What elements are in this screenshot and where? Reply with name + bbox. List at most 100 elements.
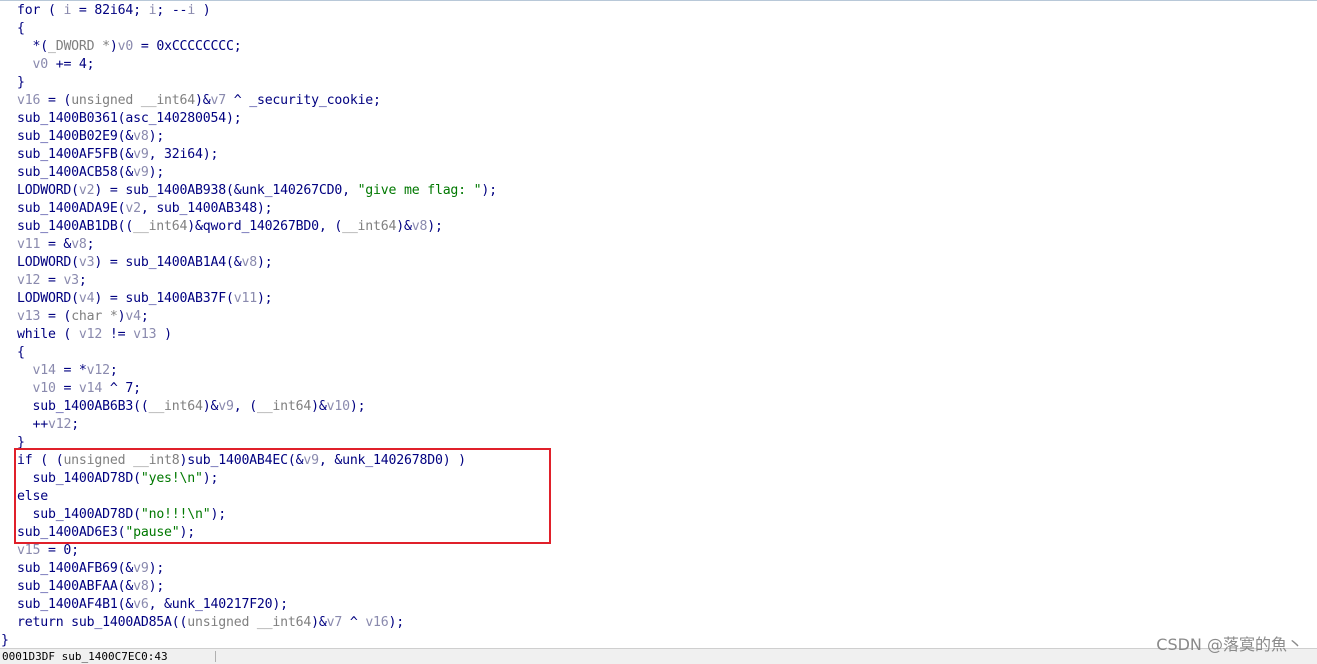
code-token: );: [481, 183, 497, 198]
code-token: );: [148, 579, 165, 594]
code-line[interactable]: for ( i = 82i64; i; --i ): [17, 2, 211, 20]
code-line[interactable]: v12 = v3;: [17, 272, 87, 290]
code-token: LODWORD(: [17, 183, 79, 198]
code-token: v7: [326, 615, 343, 630]
code-line[interactable]: return sub_1400AD85A((unsigned __int64)&…: [17, 614, 404, 632]
code-token: v4: [78, 291, 95, 306]
code-line[interactable]: }: [17, 434, 25, 452]
code-token: ) = sub_1400AB1A4(&: [94, 255, 242, 270]
code-token: v8: [411, 219, 428, 234]
code-token: ^ 7;: [102, 381, 141, 396]
code-token: ;: [71, 417, 79, 432]
code-line[interactable]: else: [17, 488, 48, 506]
code-token: v12: [17, 273, 41, 288]
code-token: *(: [17, 39, 48, 54]
code-line[interactable]: sub_1400B0361(asc_140280054);: [17, 110, 242, 128]
code-line[interactable]: while ( v12 != v13 ): [17, 326, 172, 344]
code-token: );: [179, 525, 196, 540]
code-token: )&: [311, 399, 327, 414]
code-line[interactable]: sub_1400ADA9E(v2, sub_1400AB348);: [17, 200, 273, 218]
code-token: = 0xCCCCCCCC;: [133, 39, 242, 54]
code-token: v9: [133, 561, 149, 576]
code-token: v9: [218, 399, 234, 414]
code-token: v9: [303, 453, 319, 468]
code-token: for (: [17, 3, 64, 18]
code-token: while (: [17, 327, 79, 342]
code-line[interactable]: }: [17, 74, 25, 92]
code-line[interactable]: v16 = (unsigned __int64)&v7 ^ _security_…: [17, 92, 381, 110]
code-token: ;: [86, 237, 95, 252]
code-token: = *: [55, 363, 87, 378]
code-token: ;: [78, 273, 87, 288]
code-token: )&: [311, 615, 327, 630]
code-line[interactable]: {: [17, 20, 25, 38]
code-token: ; --: [156, 3, 188, 18]
code-token: = (: [40, 93, 72, 108]
code-token: v8: [133, 129, 149, 144]
code-token: __int64: [133, 219, 188, 234]
code-token: sub_1400B02E9(&: [17, 129, 134, 144]
code-token: );: [388, 615, 405, 630]
code-token: else: [17, 489, 48, 504]
code-line[interactable]: sub_1400AF4B1(&v6, &unk_140217F20);: [17, 596, 288, 614]
code-line[interactable]: {: [17, 344, 25, 362]
code-token: {: [17, 345, 25, 360]
code-line[interactable]: ++v12;: [17, 416, 79, 434]
code-token: v7: [210, 93, 227, 108]
code-token: v9: [133, 165, 149, 180]
code-line[interactable]: sub_1400ACB58(&v9);: [17, 164, 164, 182]
code-token: v8: [133, 579, 149, 594]
code-line[interactable]: *(_DWORD *)v0 = 0xCCCCCCCC;: [17, 38, 241, 56]
code-token: v6: [133, 597, 149, 612]
code-token: v8: [71, 237, 87, 252]
code-token: v14: [32, 363, 56, 378]
code-token: , sub_1400AB348);: [140, 201, 273, 216]
code-line[interactable]: sub_1400AD78D("yes!\n");: [17, 470, 218, 488]
code-line[interactable]: sub_1400AD78D("no!!!\n");: [17, 506, 226, 524]
code-line[interactable]: LODWORD(v4) = sub_1400AB37F(v11);: [17, 290, 273, 308]
code-token: )sub_1400AB4EC(&: [179, 453, 304, 468]
code-token: sub_1400AB6B3((: [17, 399, 149, 414]
code-token: v10: [326, 399, 350, 414]
code-token: );: [256, 291, 273, 306]
code-token: v0: [117, 39, 134, 54]
code-token: v10: [32, 381, 56, 396]
code-token: "give me flag: ": [357, 183, 482, 198]
code-token: v16: [17, 93, 41, 108]
code-token: __int64: [148, 399, 203, 414]
code-line[interactable]: sub_1400AB1DB((__int64)&qword_140267BD0,…: [17, 218, 443, 236]
code-line[interactable]: LODWORD(v3) = sub_1400AB1A4(&v8);: [17, 254, 273, 272]
code-line[interactable]: if ( (unsigned __int8)sub_1400AB4EC(&v9,…: [17, 452, 466, 470]
code-token: )&: [202, 399, 219, 414]
code-token: __int64: [256, 399, 312, 414]
code-token: v12: [78, 327, 103, 342]
code-token: unsigned __int64: [71, 93, 196, 108]
code-line[interactable]: v13 = (char *)v4;: [17, 308, 149, 326]
code-line[interactable]: sub_1400ABFAA(&v8);: [17, 578, 164, 596]
code-line[interactable]: v14 = *v12;: [17, 362, 117, 380]
code-token: LODWORD(: [17, 291, 79, 306]
code-token: =: [40, 273, 64, 288]
code-token: v3: [78, 255, 95, 270]
pseudocode-view[interactable]: for ( i = 82i64; i; --i ){ *(_DWORD *)v0…: [0, 0, 1317, 648]
code-line[interactable]: sub_1400AD6E3("pause");: [17, 524, 195, 542]
code-token: v13: [17, 309, 41, 324]
code-line[interactable]: sub_1400B02E9(&v8);: [17, 128, 164, 146]
code-token: ): [156, 327, 172, 342]
code-token: v4: [125, 309, 141, 324]
code-line[interactable]: v10 = v14 ^ 7;: [17, 380, 141, 398]
code-line[interactable]: sub_1400AB6B3((__int64)&v9, (__int64)&v1…: [17, 398, 365, 416]
code-token: = &: [40, 237, 72, 252]
code-token: }: [17, 75, 25, 90]
code-token: v11: [17, 237, 41, 252]
code-line[interactable]: v0 += 4;: [17, 56, 94, 74]
code-token: = (: [40, 309, 72, 324]
code-line[interactable]: LODWORD(v2) = sub_1400AB938(&unk_140267C…: [17, 182, 497, 200]
code-line[interactable]: v15 = 0;: [17, 542, 79, 560]
code-line[interactable]: sub_1400AF5FB(&v9, 32i64);: [17, 146, 218, 164]
code-token: );: [256, 255, 273, 270]
code-line[interactable]: v11 = &v8;: [17, 236, 95, 254]
code-line[interactable]: sub_1400AFB69(&v9);: [17, 560, 164, 578]
status-address: 0001D3DF sub_1400C7EC0:43: [2, 650, 168, 663]
